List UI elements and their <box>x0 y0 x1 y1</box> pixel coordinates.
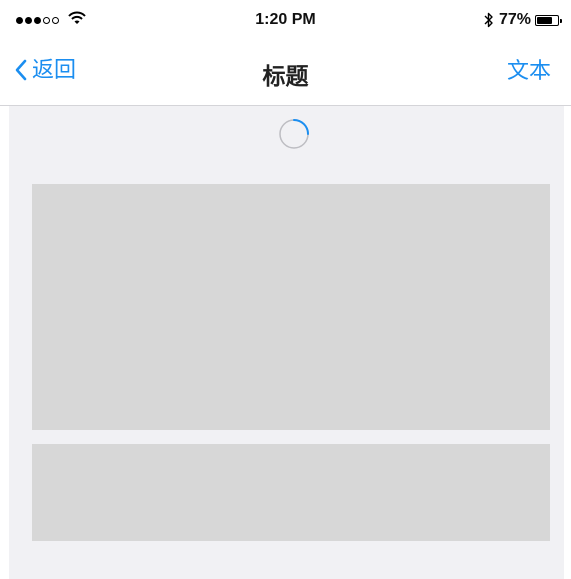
placeholder-card <box>32 184 550 430</box>
battery-percent: 77% <box>498 11 531 28</box>
battery-status: 77% <box>483 10 562 30</box>
page-title: 标题 <box>262 63 309 89</box>
battery-icon <box>535 14 562 26</box>
placeholder-card <box>32 444 550 541</box>
battery-fill <box>537 16 552 24</box>
loading-spinner-icon <box>279 119 309 149</box>
content-area[interactable] <box>9 106 564 579</box>
navigation-bar: 返回 标题 文本 <box>0 40 571 106</box>
bluetooth-icon <box>484 12 493 28</box>
status-bar: 1:20 PM 77% <box>0 0 571 40</box>
nav-right-text-button[interactable]: 文本 <box>507 57 551 85</box>
battery-tip <box>560 18 562 23</box>
